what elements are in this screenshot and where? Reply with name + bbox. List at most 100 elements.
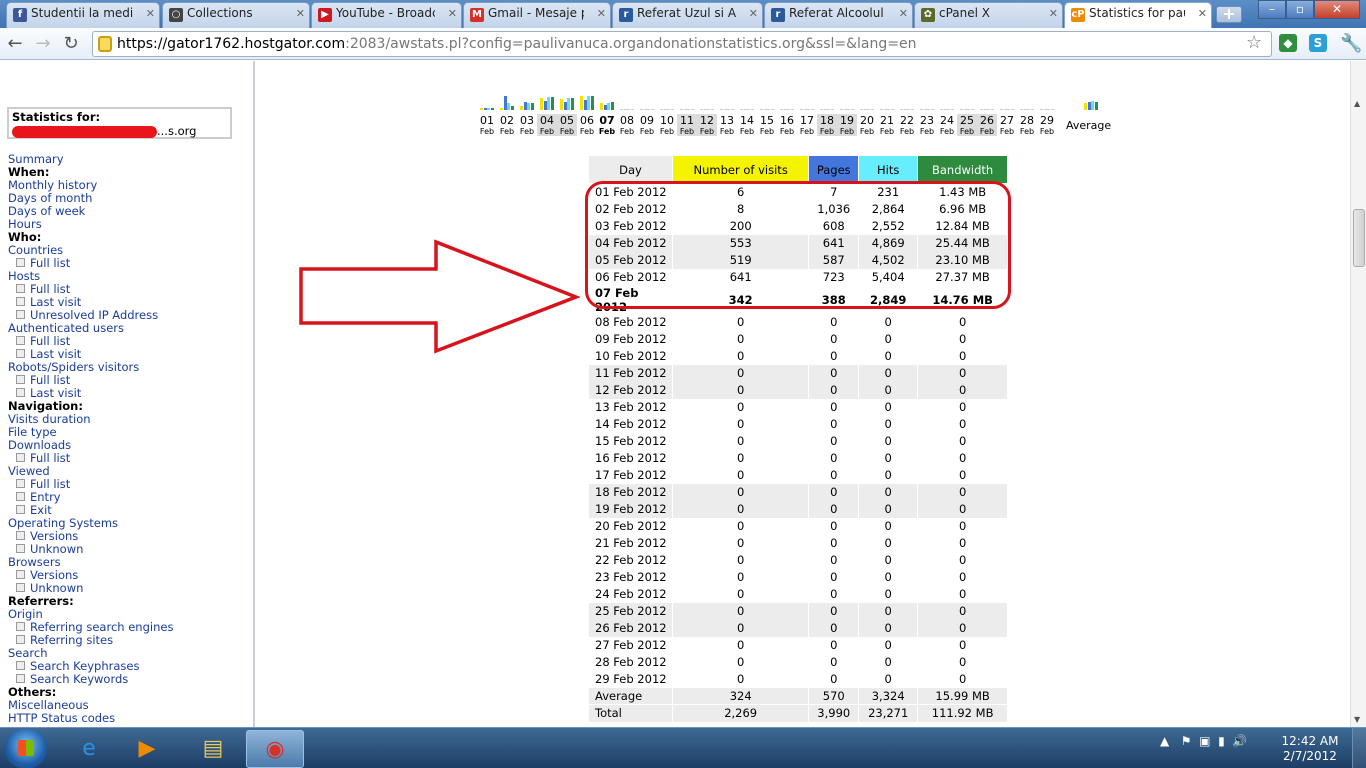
day-bar	[530, 103, 534, 110]
tab[interactable]: cP Statistics for pauliv ✕	[1064, 2, 1212, 28]
table-row: 10 Feb 2012 0 0 0 0	[588, 347, 1008, 365]
table-row: 07 Feb 2012 342 388 2,849 14.76 MB	[588, 285, 1008, 314]
close-tab-icon[interactable]: ✕	[597, 7, 606, 20]
address-bar[interactable]: https://gator1762.hostgator.com:2083/aws…	[92, 31, 1272, 57]
month-abbrev: Feb	[499, 127, 515, 136]
close-tab-icon[interactable]: ✕	[1198, 7, 1207, 20]
cell-pages: 0	[808, 619, 860, 637]
cell-hits: 0	[858, 449, 919, 467]
cell-bandwidth: 15.99 MB	[917, 687, 1008, 705]
cpanel-cp-icon: cP	[1071, 8, 1085, 22]
cell-day: 01 Feb 2012	[588, 183, 673, 201]
day-column: 06 Feb	[577, 91, 597, 141]
new-tab-button[interactable]: +	[1216, 6, 1242, 23]
page-scrollbar[interactable]: ▲ ▼	[1350, 61, 1366, 727]
ie-icon[interactable]: e	[60, 730, 118, 768]
start-button[interactable]	[5, 729, 47, 768]
cell-bandwidth: 0	[917, 670, 1008, 688]
tab[interactable]: r Referat Alcoolul si E ✕	[764, 2, 913, 28]
tab[interactable]: r Referat Uzul si Abuz ✕	[612, 2, 763, 28]
cell-bandwidth: 0	[917, 585, 1008, 603]
cell-visits: 0	[671, 551, 810, 569]
day-bars	[900, 96, 914, 110]
action-center-flag-icon[interactable]: ⚑	[1181, 734, 1192, 748]
cell-day: 10 Feb 2012	[588, 347, 673, 365]
day-bar	[1010, 109, 1014, 110]
device-icon[interactable]: ▣	[1199, 734, 1210, 748]
day-column: 01 Feb	[477, 91, 497, 141]
cell-pages: 0	[808, 432, 860, 450]
close-tab-icon[interactable]: ✕	[1049, 7, 1058, 20]
cell-bandwidth: 14.76 MB	[917, 285, 1008, 314]
forward-button[interactable]: →	[32, 33, 54, 55]
windows-taskbar: e ▶ ▤ ◉ ▲ ⚑ ▣ ▮ 🔊 12:42 AM 2/7/2012	[0, 727, 1366, 768]
close-tab-icon[interactable]: ✕	[448, 7, 457, 20]
reload-button[interactable]: ↻	[60, 33, 82, 55]
maximize-button[interactable]: ▫	[1286, 0, 1314, 19]
chrome-icon[interactable]: ◉	[246, 730, 304, 768]
day-number: 16	[780, 114, 794, 127]
volume-icon[interactable]: 🔊	[1232, 734, 1247, 748]
day-column: 07 Feb	[597, 91, 617, 141]
menu-link[interactable]: HTTP Status codes	[8, 712, 173, 725]
month-abbrev: Feb	[837, 127, 857, 136]
network-icon[interactable]: ▮	[1218, 734, 1225, 748]
table-row: 19 Feb 2012 0 0 0 0	[588, 500, 1008, 518]
cell-visits: 0	[671, 517, 810, 535]
cell-pages: 0	[808, 364, 860, 382]
minimize-button[interactable]: –	[1258, 0, 1286, 19]
close-tab-icon[interactable]: ✕	[899, 7, 908, 20]
day-column: 29 Feb	[1037, 91, 1057, 141]
scroll-thumb[interactable]	[1353, 209, 1365, 267]
day-bar	[630, 109, 634, 110]
day-bars	[720, 96, 734, 110]
cell-visits: 0	[671, 313, 810, 331]
close-tab-icon[interactable]: ✕	[749, 7, 758, 20]
tab[interactable]: ○ Collections ✕	[162, 2, 310, 28]
scroll-down-icon[interactable]: ▼	[1354, 715, 1360, 724]
day-bars	[600, 96, 614, 110]
scroll-up-icon[interactable]: ▲	[1354, 99, 1360, 108]
day-number: 05	[557, 114, 577, 127]
average-label: Average	[1066, 119, 1112, 132]
show-desktop-button[interactable]	[1352, 728, 1366, 768]
tab[interactable]: M Gmail - Mesaje prin ✕	[463, 2, 611, 28]
facebook-icon: f	[13, 8, 27, 22]
wrench-menu-icon[interactable]: 🔧	[1340, 33, 1362, 54]
tab[interactable]: f Studentii la medicir ✕	[6, 2, 160, 28]
extension-icon[interactable]: S	[1309, 34, 1327, 52]
cell-bandwidth: 0	[917, 500, 1008, 518]
cell-day: Total	[588, 704, 673, 722]
bookmark-star-icon[interactable]: ☆	[1246, 32, 1262, 53]
table-row: 29 Feb 2012 0 0 0 0	[588, 670, 1008, 688]
day-bars	[520, 96, 534, 110]
media-player-icon[interactable]: ▶	[118, 730, 176, 768]
cell-hits: 0	[858, 466, 919, 484]
cell-day: 13 Feb 2012	[588, 398, 673, 416]
close-window-button[interactable]: ✕	[1314, 0, 1360, 19]
day-bars	[920, 96, 934, 110]
tab[interactable]: ▶ YouTube - Broadca ✕	[311, 2, 462, 28]
month-abbrev: Feb	[739, 127, 755, 136]
back-button[interactable]: ←	[4, 33, 26, 55]
cell-day: 26 Feb 2012	[588, 619, 673, 637]
day-bars	[860, 96, 874, 110]
tab[interactable]: ✿ cPanel X ✕	[914, 2, 1063, 28]
cell-pages: 0	[808, 466, 860, 484]
clock[interactable]: 12:42 AM 2/7/2012	[1280, 734, 1340, 764]
show-hidden-icons-icon[interactable]: ▲	[1160, 734, 1169, 748]
day-number: 20	[860, 114, 874, 127]
close-tab-icon[interactable]: ✕	[296, 7, 305, 20]
month-abbrev: Feb	[479, 127, 495, 136]
col-pages-header: Pages	[808, 155, 860, 184]
cell-bandwidth: 0	[917, 364, 1008, 382]
day-bar	[850, 109, 854, 110]
cell-hits: 2,849	[858, 285, 919, 314]
cell-bandwidth: 111.92 MB	[917, 704, 1008, 722]
close-tab-icon[interactable]: ✕	[146, 7, 155, 20]
day-bar	[690, 109, 694, 110]
extension-icon[interactable]: ◆	[1279, 34, 1297, 52]
explorer-folder-icon[interactable]: ▤	[184, 730, 242, 768]
cell-day: 19 Feb 2012	[588, 500, 673, 518]
day-column: 03 Feb	[517, 91, 537, 141]
